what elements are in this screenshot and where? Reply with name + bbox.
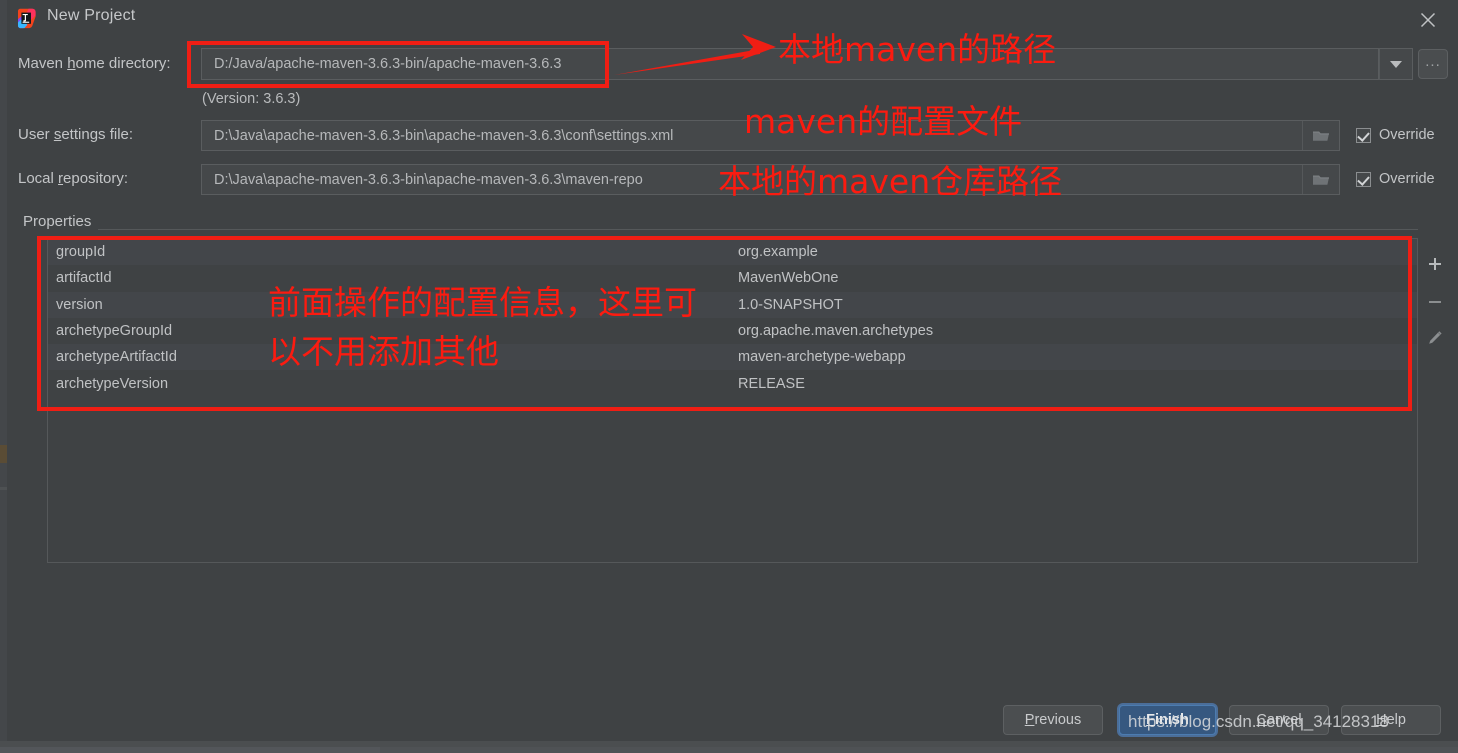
property-key: archetypeVersion xyxy=(56,375,169,392)
chevron-down-icon xyxy=(1390,60,1402,68)
table-row[interactable]: version 1.0-SNAPSHOT xyxy=(48,291,1417,318)
checkbox-checked-icon xyxy=(1356,127,1371,143)
user-settings-label: User settings file: xyxy=(18,126,134,143)
maven-home-dropdown-button[interactable] xyxy=(1379,48,1413,80)
background-window-sliver xyxy=(0,0,7,753)
property-key: archetypeGroupId xyxy=(56,323,173,340)
finish-button[interactable]: Finish xyxy=(1119,705,1216,735)
property-value: org.example xyxy=(738,244,818,261)
property-key: version xyxy=(56,296,103,313)
background-marker-2 xyxy=(0,487,7,490)
table-row[interactable]: artifactId MavenWebOne xyxy=(48,265,1417,291)
previous-button[interactable]: Previous xyxy=(1003,705,1103,735)
minus-icon xyxy=(1429,301,1441,303)
property-key: archetypeArtifactId xyxy=(56,349,177,366)
local-repository-input[interactable]: D:\Java\apache-maven-3.6.3-bin\apache-ma… xyxy=(201,164,1340,195)
folder-icon xyxy=(1313,175,1329,185)
properties-group-title: Properties xyxy=(23,213,99,230)
new-project-dialog: New Project Maven home directory: D:/Jav… xyxy=(0,0,1458,753)
user-settings-input[interactable]: D:\Java\apache-maven-3.6.3-bin\apache-ma… xyxy=(201,120,1340,151)
plus-icon xyxy=(1429,258,1441,270)
close-icon[interactable] xyxy=(1411,5,1445,33)
title-bar: New Project xyxy=(7,0,1458,38)
bottom-seam-right xyxy=(380,747,1458,753)
property-value: org.apache.maven.archetypes xyxy=(738,323,934,340)
maven-home-label: Maven home directory: xyxy=(18,55,171,72)
folder-icon xyxy=(1313,131,1329,141)
property-value: 1.0-SNAPSHOT xyxy=(738,296,843,313)
local-repository-override-label: Override xyxy=(1379,171,1435,187)
background-marker-1 xyxy=(0,445,7,463)
property-value: maven-archetype-webapp xyxy=(738,349,906,366)
local-repository-label: Local repository: xyxy=(18,170,129,187)
maven-home-browse-button[interactable]: ... xyxy=(1418,49,1448,79)
pencil-icon xyxy=(1429,331,1442,344)
checkbox-checked-icon xyxy=(1356,171,1371,187)
bottom-seam-left xyxy=(0,747,380,753)
add-property-button[interactable] xyxy=(1419,246,1451,282)
maven-version-note: (Version: 3.6.3) xyxy=(202,91,301,107)
property-key: groupId xyxy=(56,244,106,261)
properties-group-separator xyxy=(23,229,1418,230)
properties-table[interactable]: groupId org.example artifactId MavenWebO… xyxy=(47,238,1418,563)
table-row[interactable]: archetypeVersion RELEASE xyxy=(48,370,1417,396)
table-row[interactable]: archetypeArtifactId maven-archetype-weba… xyxy=(48,344,1417,371)
user-settings-override-checkbox[interactable]: Override xyxy=(1356,127,1435,143)
property-key: artifactId xyxy=(56,270,112,287)
property-value: MavenWebOne xyxy=(738,270,839,287)
table-row[interactable]: groupId org.example xyxy=(48,239,1417,266)
local-repository-browse-button[interactable] xyxy=(1302,165,1339,194)
user-settings-browse-button[interactable] xyxy=(1302,121,1339,150)
local-repository-override-checkbox[interactable]: Override xyxy=(1356,171,1435,187)
maven-home-input[interactable]: D:/Java/apache-maven-3.6.3-bin/apache-ma… xyxy=(201,48,1379,80)
edit-property-button[interactable] xyxy=(1419,320,1451,356)
table-row[interactable]: archetypeGroupId org.apache.maven.archet… xyxy=(48,318,1417,344)
properties-table-toolbar xyxy=(1419,238,1451,358)
window-title: New Project xyxy=(47,7,136,24)
property-value: RELEASE xyxy=(738,375,805,392)
intellij-idea-icon xyxy=(16,8,37,29)
window-bottom-edge xyxy=(0,741,1458,753)
dialog-surface: New Project Maven home directory: D:/Jav… xyxy=(7,0,1458,741)
user-settings-override-label: Override xyxy=(1379,127,1435,143)
remove-property-button[interactable] xyxy=(1419,284,1451,320)
help-button[interactable]: Help xyxy=(1341,705,1441,735)
cancel-button[interactable]: Cancel xyxy=(1229,705,1329,735)
